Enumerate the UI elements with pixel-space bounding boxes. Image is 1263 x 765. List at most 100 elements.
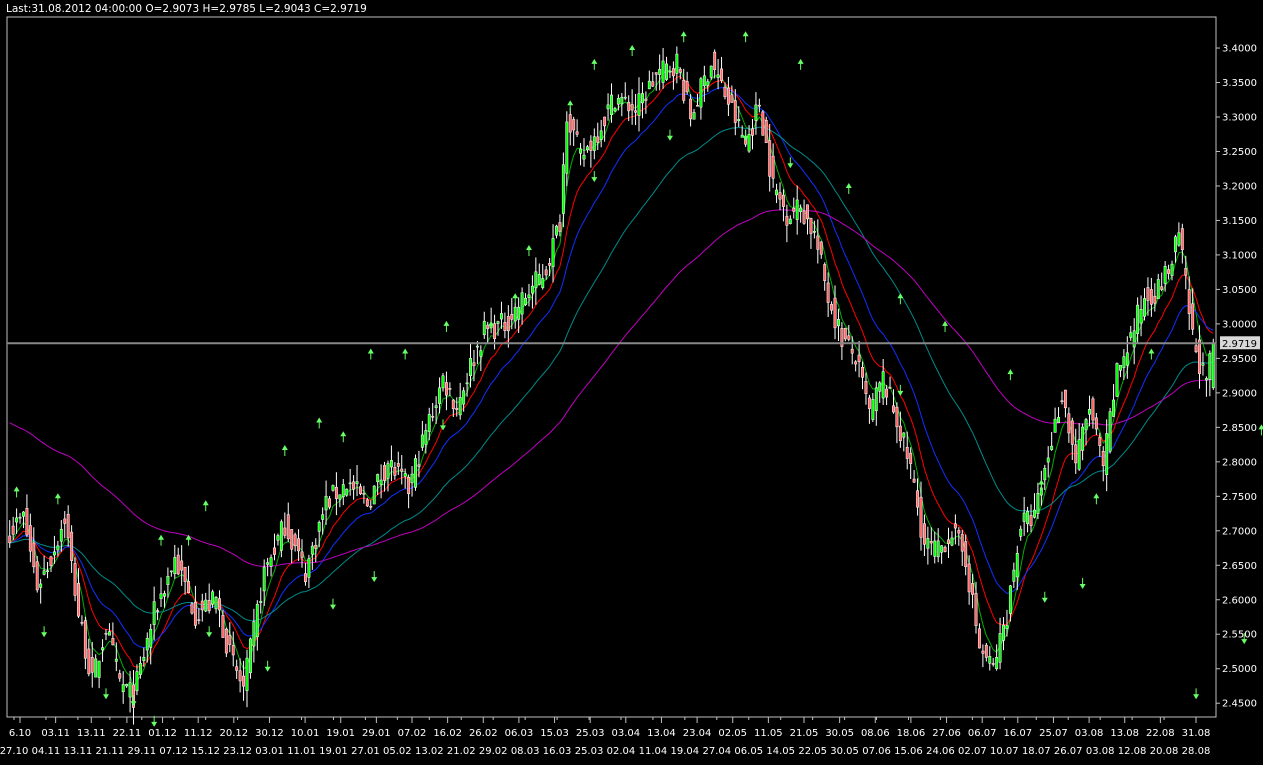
- candle-body: [1077, 439, 1081, 470]
- candle-body: [895, 406, 899, 428]
- candle-body: [420, 434, 424, 448]
- candle-body: [279, 521, 283, 551]
- x-tick-label: 23.04: [683, 728, 712, 739]
- candle: [589, 135, 593, 168]
- x-tick-label: 03.08: [1086, 746, 1115, 757]
- candle-body: [754, 104, 758, 121]
- candle-body: [809, 218, 813, 234]
- candle-body: [252, 621, 256, 647]
- x-tick-label: 11.12: [184, 728, 213, 739]
- candle: [283, 512, 287, 539]
- fractal-up-arrow: [443, 320, 450, 326]
- candle-body: [248, 638, 252, 674]
- candle: [269, 554, 273, 577]
- candle-body: [1081, 426, 1085, 451]
- candle: [180, 545, 184, 586]
- candle-body: [916, 490, 920, 508]
- candle-body: [1136, 304, 1140, 334]
- candle-body: [823, 264, 827, 281]
- candle-body: [355, 481, 359, 485]
- fractal-up-arrow: [742, 31, 749, 37]
- x-tick-label: 03.04: [611, 728, 640, 739]
- x-tick-label: 20.12: [219, 728, 248, 739]
- candle-body: [266, 562, 270, 565]
- x-tick-label: 03.11: [41, 728, 70, 739]
- candle-body: [214, 597, 218, 610]
- x-tick-label: 06.07: [968, 728, 997, 739]
- candle: [606, 93, 610, 121]
- candle: [940, 545, 944, 564]
- candle-body: [500, 313, 503, 320]
- candle-body: [926, 538, 930, 549]
- candle: [788, 215, 792, 225]
- candle-body: [204, 599, 208, 612]
- candle: [864, 372, 868, 405]
- candle: [376, 473, 380, 496]
- candle-body: [826, 282, 830, 303]
- candle-body: [723, 86, 727, 98]
- candle: [592, 128, 596, 160]
- candle-body: [52, 551, 56, 556]
- candle: [1101, 446, 1105, 482]
- candle-body: [11, 525, 15, 535]
- candle-body: [936, 540, 940, 558]
- x-tick-label: 16.02: [433, 728, 462, 739]
- candle-body: [183, 567, 187, 582]
- candle-body: [971, 583, 975, 595]
- candle: [1019, 525, 1023, 541]
- candle-body: [630, 104, 634, 111]
- candle-body: [1163, 266, 1167, 284]
- x-tick-label: 28.08: [1182, 746, 1211, 757]
- candle-body: [283, 527, 287, 536]
- candle-body: [211, 591, 215, 605]
- candle-body: [1125, 352, 1129, 366]
- candle-body: [362, 493, 366, 495]
- candle-body: [530, 285, 534, 294]
- x-tick-label: 05.02: [383, 746, 412, 757]
- candle: [159, 577, 163, 608]
- candle: [830, 301, 834, 315]
- candle: [991, 657, 995, 667]
- candle-body: [1022, 512, 1026, 522]
- candle-body: [1029, 515, 1033, 526]
- candle-body: [376, 474, 380, 483]
- candle-body: [324, 495, 328, 511]
- candle-body: [396, 463, 400, 467]
- candle-body: [682, 79, 686, 101]
- candle: [35, 556, 39, 593]
- candle-body: [506, 316, 510, 332]
- x-tick-label: 26.07: [1054, 746, 1083, 757]
- x-axis: 6.10 03.11 13.11 22.11 01.12 11.12 20.12 30.12 1…: [0, 717, 1210, 757]
- candle-body: [1149, 289, 1153, 305]
- candle-body: [665, 63, 668, 80]
- candle: [341, 478, 345, 506]
- x-tick-label: 11.04: [639, 746, 668, 757]
- candle-body: [771, 155, 775, 179]
- candle-body: [262, 566, 266, 592]
- candle-body: [159, 593, 163, 599]
- candle: [775, 183, 779, 204]
- price-chart[interactable]: 3.4000 3.3500 3.3000 3.2500 3.2000 3.1500 3.10…: [0, 0, 1263, 765]
- candle: [840, 322, 844, 360]
- candle: [613, 106, 617, 113]
- candle-body: [328, 498, 331, 508]
- fractal-up-arrow: [525, 245, 532, 251]
- candle-body: [310, 545, 314, 555]
- candle-body: [496, 321, 500, 324]
- x-tick-label: 03.08: [1075, 728, 1104, 739]
- candle-body: [1091, 398, 1095, 421]
- candle-body: [1174, 236, 1177, 253]
- x-tick-label: 30.05: [830, 746, 859, 757]
- candle-body: [950, 537, 954, 546]
- current-price-tag-text: 2.9719: [1222, 339, 1257, 350]
- candle: [661, 47, 665, 89]
- candle-body: [1070, 420, 1074, 445]
- candle-body: [434, 405, 438, 408]
- candle: [1194, 338, 1198, 354]
- fractal-up-arrow: [1038, 479, 1045, 485]
- candle-body: [627, 101, 631, 112]
- candle-body: [1115, 363, 1119, 397]
- ma-red-line: [9, 75, 1214, 668]
- candle-body: [187, 581, 190, 593]
- fractal-up-arrow: [340, 431, 347, 437]
